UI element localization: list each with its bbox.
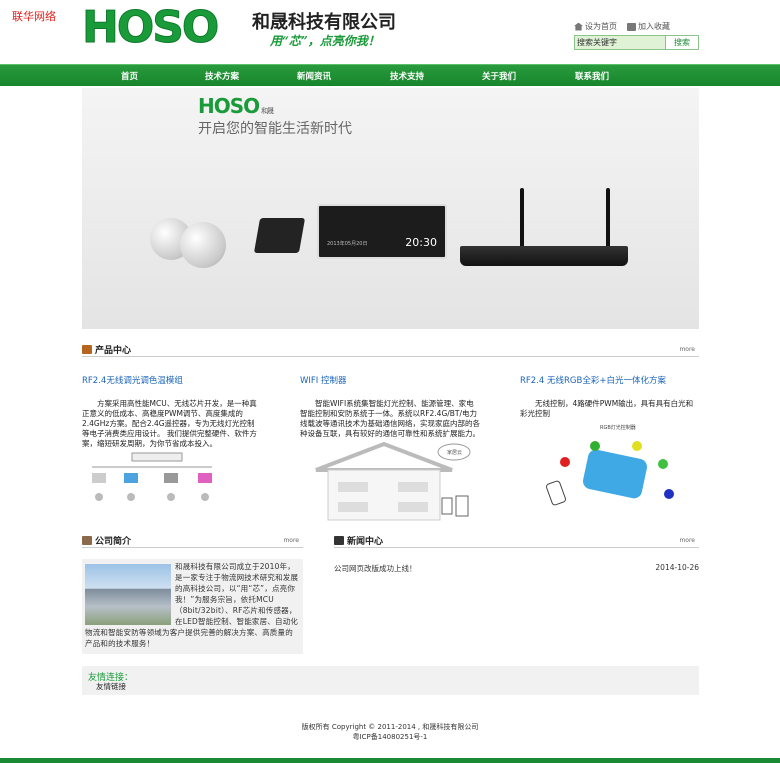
about-text: 和晟科技有限公司成立于2010年，是一家专注于物流网技术研究和发展的高科技公司，… [85, 562, 299, 648]
product-title[interactable]: RF2.4无线调光调色温模组 [82, 374, 183, 386]
product-box-icon [82, 345, 92, 354]
news-item-title[interactable]: 公司网页改版成功上线！ [334, 563, 417, 574]
cloud-label: 家居云 [447, 450, 463, 456]
about-title: 公司简介 [95, 537, 132, 547]
site-logo[interactable]: HOSO 和晟科技有限公司 用“芯”，点亮你我！ [81, 2, 412, 53]
news-item-date: 2014-10-26 [655, 563, 699, 572]
products-header: 产品中心 more [82, 341, 699, 357]
smart-panel-image: 2013年05月20日 20:30 [317, 204, 447, 259]
nav-home[interactable]: 首页 [121, 70, 138, 82]
rgb-device-icon [546, 441, 674, 506]
friend-links: 友情连接： 友情链接 [82, 666, 699, 695]
news-item[interactable]: 公司网页改版成功上线！ 2014-10-26 [334, 563, 699, 574]
banner-tagline: 开启您的智能生活新时代 [198, 121, 352, 137]
product-title[interactable]: RF2.4 无线RGB全彩+白光一体化方案 [520, 374, 666, 386]
news-header: 新闻中心 more [334, 532, 699, 548]
footer: 版权所有 Copyright © 2011-2014 , 和晟科技有限公司 粤I… [0, 722, 780, 742]
main-nav: 首页 技术方案 新闻资讯 技术支持 关于我们 联系我们 [0, 64, 780, 86]
antenna [520, 188, 524, 248]
add-favorite-link[interactable]: 加入收藏 [627, 21, 670, 32]
about-header: 公司简介 more [82, 532, 303, 548]
favorite-icon [627, 22, 636, 31]
nav-support[interactable]: 技术支持 [390, 70, 424, 82]
top-links: 设为首页 加入收藏 [574, 21, 670, 32]
company-name: 和晟科技有限公司 [252, 12, 396, 33]
antenna [606, 188, 610, 248]
friend-link[interactable]: 友情链接 [96, 681, 126, 692]
product-title[interactable]: WIFI 控制器 [300, 374, 347, 386]
company-icon [82, 536, 92, 545]
smart-home-diagram: 家居云 [314, 440, 474, 522]
news-icon [334, 536, 344, 545]
set-home-link[interactable]: 设为首页 [574, 21, 617, 32]
footer-bar [0, 758, 780, 763]
about-panel: 和晟科技有限公司成立于2010年，是一家专注于物流网技术研究和发展的高科技公司，… [82, 559, 303, 654]
slogan: 用“芯”，点亮你我！ [270, 34, 380, 48]
rf-diagram-icon [92, 452, 212, 501]
icp-number[interactable]: 粤ICP备14080251号-1 [0, 732, 780, 742]
diagram-label: RGB灯光控制器 [600, 425, 636, 431]
nav-contact[interactable]: 联系我们 [575, 70, 609, 82]
search-input[interactable] [575, 36, 665, 49]
nav-solutions[interactable]: 技术方案 [205, 70, 239, 82]
product-desc: 智能WIFI系统集智能灯光控制、能源管理、家电智能控制和安防系统于一体。系统以R… [300, 399, 480, 438]
product-desc: 无线控制，4路硬件PWM输出，具有具有白光和彩光控制 [520, 399, 694, 418]
news-title: 新闻中心 [347, 537, 384, 547]
home-icon [574, 22, 583, 31]
search-box: 搜索 [574, 35, 699, 50]
product-diagram [82, 445, 262, 513]
router-image [460, 246, 628, 266]
rgb-controller-diagram: RGB灯光控制器 [545, 424, 675, 524]
corner-label: 联华网络 [12, 10, 56, 23]
products-more-link[interactable]: more [679, 346, 695, 353]
about-more-link[interactable]: more [283, 537, 299, 544]
logo-text: HOSO [81, 2, 219, 53]
news-more-link[interactable]: more [679, 537, 695, 544]
search-button[interactable]: 搜索 [665, 36, 698, 49]
panel-clock: 20:30 [405, 236, 437, 249]
controller-device-image [253, 218, 306, 253]
bulb-image [180, 222, 226, 268]
product-desc: 方案采用高性能MCU、无线芯片开发，是一种真正意义的低成本、高稳度PWM调节、高… [82, 399, 257, 448]
nav-news[interactable]: 新闻资讯 [297, 70, 331, 82]
hero-banner[interactable]: HOSO 和晟 开启您的智能生活新时代 2013年05月20日 20:30 [82, 88, 699, 329]
products-title: 产品中心 [95, 346, 132, 356]
copyright: 版权所有 Copyright © 2011-2014 , 和晟科技有限公司 [301, 723, 479, 731]
banner-logo: HOSO 和晟 [198, 94, 274, 118]
nav-about[interactable]: 关于我们 [482, 70, 516, 82]
